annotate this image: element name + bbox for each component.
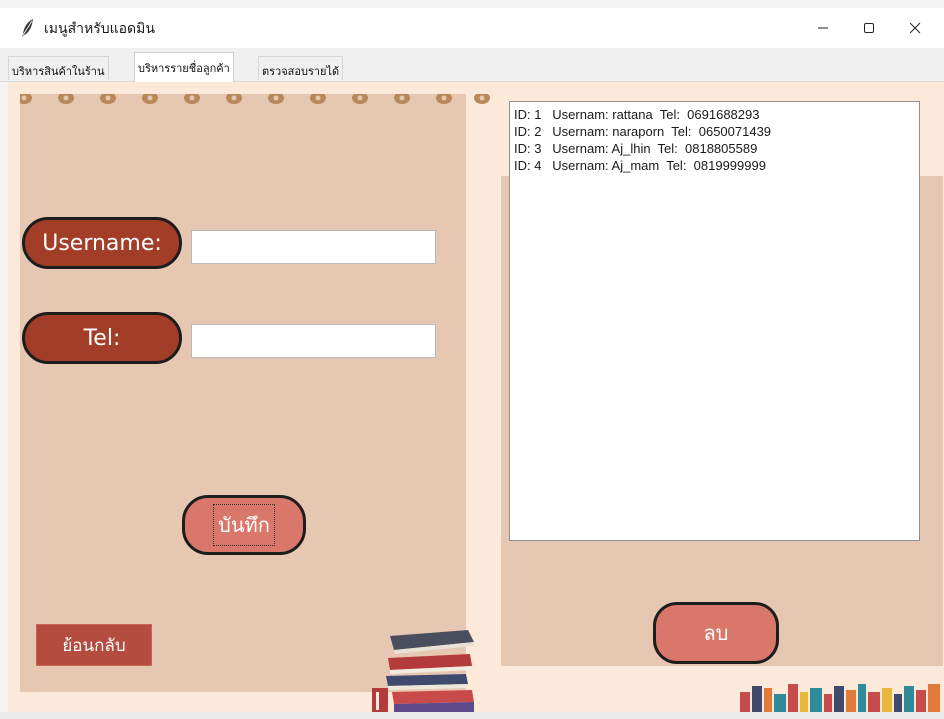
maximize-button[interactable] [846,8,892,48]
title-bar[interactable]: เมนูสำหรับแอดมิน [0,8,944,48]
tab-manage-customers[interactable]: บริหารรายชื่อลูกค้า [134,52,234,82]
minimize-button[interactable] [800,8,846,48]
book-stack-icon [372,622,478,716]
username-label: Username: [22,217,182,269]
tel-input[interactable] [191,324,436,358]
close-button[interactable] [892,8,938,48]
admin-window: เมนูสำหรับแอดมิน บริหารสินค้าในร้าน บริห… [0,0,944,719]
minimize-icon [818,27,828,29]
tab-manage-products[interactable]: บริหารสินค้าในร้าน [8,56,109,80]
list-item[interactable]: ID: 3 Usernam: Aj_lhin Tel: 0818805589 [514,140,915,157]
bookshelf-icon [740,680,944,716]
customer-form-panel [20,94,490,692]
delete-button[interactable]: ลบ [653,602,779,664]
save-button[interactable]: บันทึก [182,495,306,555]
customer-listbox[interactable]: ID: 1 Usernam: rattana Tel: 0691688293 I… [509,101,920,541]
username-input[interactable] [191,230,436,264]
tab-check-income[interactable]: ตรวจสอบรายได้ [258,56,344,80]
list-item[interactable]: ID: 2 Usernam: naraporn Tel: 0650071439 [514,123,915,140]
decorative-border [20,94,490,106]
list-item[interactable]: ID: 4 Usernam: Aj_mam Tel: 0819999999 [514,157,915,174]
maximize-icon [864,23,874,33]
bottom-edge [0,712,944,719]
close-icon [909,22,921,34]
tab-bar: บริหารสินค้าในร้าน บริหารรายชื่อลูกค้า ต… [0,48,944,82]
back-button[interactable]: ย้อนกลับ [36,624,152,666]
save-button-label: บันทึก [213,504,275,546]
list-item[interactable]: ID: 1 Usernam: rattana Tel: 0691688293 [514,106,915,123]
window-title: เมนูสำหรับแอดมิน [44,21,155,37]
tel-label: Tel: [22,312,182,364]
feather-icon [20,18,36,38]
